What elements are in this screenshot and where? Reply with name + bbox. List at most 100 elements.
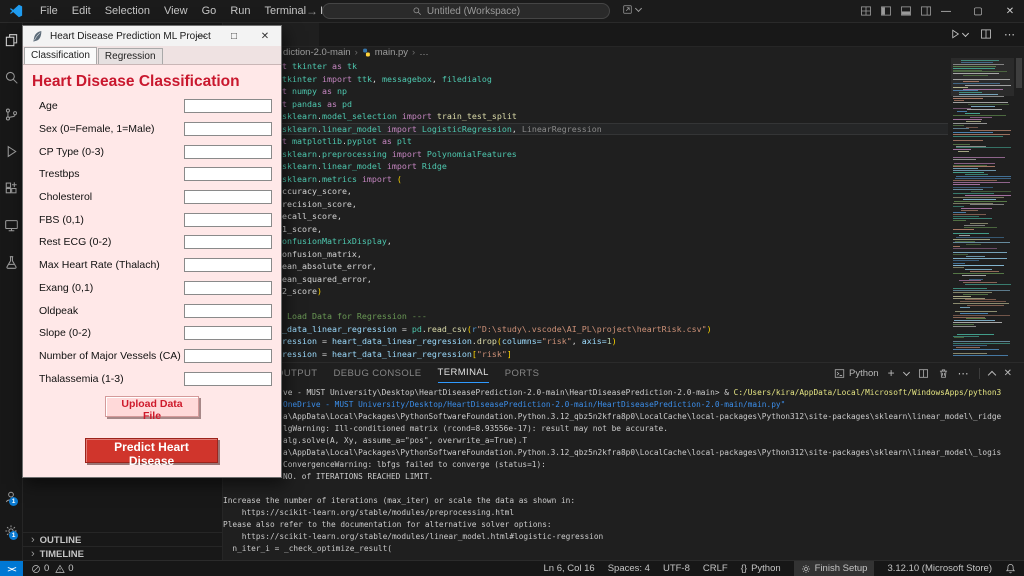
tk-form: Age Sex (0=Female, 1=Male) CP Type (0-3) Tr…	[23, 95, 281, 390]
problems-status[interactable]: 0 0	[31, 563, 74, 574]
split-terminal-icon[interactable]	[918, 368, 929, 379]
sidebar-section-timeline[interactable]: › TIMELINE	[23, 546, 222, 561]
predict-heart-disease-button[interactable]: Predict Heart Disease	[85, 438, 218, 468]
tk-field-input[interactable]	[184, 280, 272, 295]
remote-explorer-icon[interactable]	[0, 207, 22, 244]
tk-maximize-button[interactable]: □	[221, 26, 247, 46]
menu-go[interactable]: Go	[195, 0, 224, 22]
editor-more-actions-icon[interactable]: ⋯	[1004, 28, 1016, 41]
notifications-bell-icon[interactable]	[1005, 563, 1016, 574]
terminal-line: lgWarning: Ill-conditioned matrix (rcond…	[283, 424, 668, 433]
menu-view[interactable]: View	[157, 0, 195, 22]
forward-icon[interactable]: →	[306, 4, 318, 18]
python-interpreter[interactable]: 3.12.10 (Microsoft Store)	[887, 563, 992, 574]
tk-field-row: CP Type (0-3)	[23, 140, 281, 163]
tk-field-row: Oldpeak	[23, 299, 281, 322]
tk-field-input[interactable]	[184, 99, 272, 114]
editor-scrollbar[interactable]	[1016, 58, 1022, 88]
upload-data-file-button[interactable]: Upload Data File	[105, 396, 199, 422]
menu-edit[interactable]: Edit	[65, 0, 98, 22]
tk-field-input[interactable]	[184, 348, 272, 363]
tk-tab-regression[interactable]: Regression	[97, 48, 163, 64]
search-icon[interactable]	[0, 59, 22, 96]
panel-tab-debug-console[interactable]: DEBUG CONSOLE	[333, 364, 421, 383]
tk-tab-classification[interactable]: Classification	[24, 47, 97, 64]
toggle-sidebar-icon[interactable]	[880, 5, 892, 17]
tk-field-row: FBS (0,1)	[23, 208, 281, 231]
editor-tab-bar	[223, 22, 1024, 47]
breadcrumb[interactable]: diction-2.0-main › main.py ›…	[283, 46, 429, 59]
tk-field-row: Max Heart Rate (Thalach)	[23, 254, 281, 277]
tk-field-input[interactable]	[184, 122, 272, 137]
search-label: Untitled (Workspace)	[426, 5, 521, 17]
breadcrumb-item[interactable]: diction-2.0-main	[283, 47, 351, 58]
tk-field-label: Age	[39, 100, 58, 113]
tk-field-input[interactable]	[184, 167, 272, 182]
tk-field-input[interactable]	[184, 144, 272, 159]
panel-tabs: OUTPUT DEBUG CONSOLE TERMINAL PORTS	[276, 363, 539, 383]
toggle-secondary-sidebar-icon[interactable]	[920, 5, 932, 17]
terminal-line: OneDrive - MUST University/Desktop/Heart…	[283, 400, 786, 409]
window-restore-button[interactable]: ▢	[964, 0, 992, 22]
command-center-search[interactable]: Untitled (Workspace)	[322, 3, 610, 19]
new-terminal-button[interactable]: +	[888, 366, 895, 380]
eol-sequence[interactable]: CRLF	[703, 563, 728, 574]
run-debug-icon[interactable]	[0, 133, 22, 170]
extensions-icon[interactable]	[0, 170, 22, 207]
split-editor-icon[interactable]	[980, 28, 992, 40]
panel-tab-ports[interactable]: PORTS	[505, 364, 540, 383]
tk-minimize-button[interactable]: —	[188, 26, 214, 46]
tk-field-input[interactable]	[184, 326, 272, 341]
remote-indicator[interactable]: ><	[0, 561, 23, 576]
chevron-down-icon	[961, 29, 970, 37]
play-icon	[949, 28, 961, 40]
panel-tab-output[interactable]: OUTPUT	[276, 364, 317, 383]
panel-more-actions-icon[interactable]: ⋯	[958, 367, 970, 380]
back-icon[interactable]: ←	[284, 4, 296, 18]
window-close-button[interactable]: ✕	[996, 0, 1024, 22]
menu-file[interactable]: File	[33, 0, 65, 22]
tk-field-input[interactable]	[184, 190, 272, 205]
panel-tab-terminal[interactable]: TERMINAL	[437, 363, 489, 383]
maximize-panel-icon[interactable]	[987, 370, 996, 379]
kill-terminal-icon[interactable]	[938, 368, 949, 379]
open-remote-window-button[interactable]	[622, 4, 643, 15]
code-editor[interactable]: t tkinter as tk tkinter import ttk, messa…	[282, 60, 948, 360]
toggle-panel-icon[interactable]	[900, 5, 912, 17]
customize-layout-icon[interactable]	[860, 5, 872, 17]
tk-field-input[interactable]	[184, 235, 272, 250]
testing-icon[interactable]	[0, 244, 22, 281]
minimap[interactable]	[951, 58, 1014, 358]
menu-selection[interactable]: Selection	[98, 0, 157, 22]
code-line: recision_score,	[282, 198, 357, 209]
code-line: onfusionMatrixDisplay,	[282, 236, 392, 246]
indentation[interactable]: Spaces: 4	[608, 563, 650, 574]
language-mode[interactable]: {} Python	[741, 563, 781, 574]
explorer-icon[interactable]	[0, 22, 22, 59]
breadcrumb-item[interactable]: …	[419, 47, 429, 58]
terminal-output[interactable]: ve - MUST University\Desktop\HeartDiseas…	[223, 387, 1018, 560]
terminal-shell-selector[interactable]: Python	[834, 368, 879, 379]
tk-title-bar[interactable]: Heart Disease Prediction ML Project — □ …	[23, 26, 281, 46]
code-line: _data_linear_regression = pd.read_csv(r"…	[282, 323, 712, 334]
tk-field-input[interactable]	[184, 371, 272, 386]
close-panel-icon[interactable]: ✕	[1004, 368, 1012, 379]
cursor-position[interactable]: Ln 6, Col 16	[543, 563, 594, 574]
source-control-icon[interactable]	[0, 96, 22, 133]
run-python-file-button[interactable]	[949, 28, 970, 40]
encoding[interactable]: UTF-8	[663, 563, 690, 574]
accounts-button[interactable]: 1	[0, 485, 22, 509]
window-minimize-button[interactable]: —	[932, 0, 960, 22]
tk-field-input[interactable]	[184, 212, 272, 227]
finish-setup-button[interactable]: Finish Setup	[793, 561, 875, 576]
tk-field-input[interactable]	[184, 303, 272, 318]
breadcrumb-item[interactable]: main.py	[375, 47, 408, 58]
menu-run[interactable]: Run	[223, 0, 257, 22]
code-line: sklearn.linear_model import Ridge	[282, 161, 447, 171]
tk-close-button[interactable]: ✕	[252, 26, 278, 46]
chevron-down-icon[interactable]	[902, 368, 910, 376]
chevron-down-icon	[634, 4, 643, 13]
tk-field-input[interactable]	[184, 258, 272, 273]
sidebar-section-outline[interactable]: › OUTLINE	[23, 532, 222, 547]
settings-button[interactable]: 1	[0, 519, 22, 543]
